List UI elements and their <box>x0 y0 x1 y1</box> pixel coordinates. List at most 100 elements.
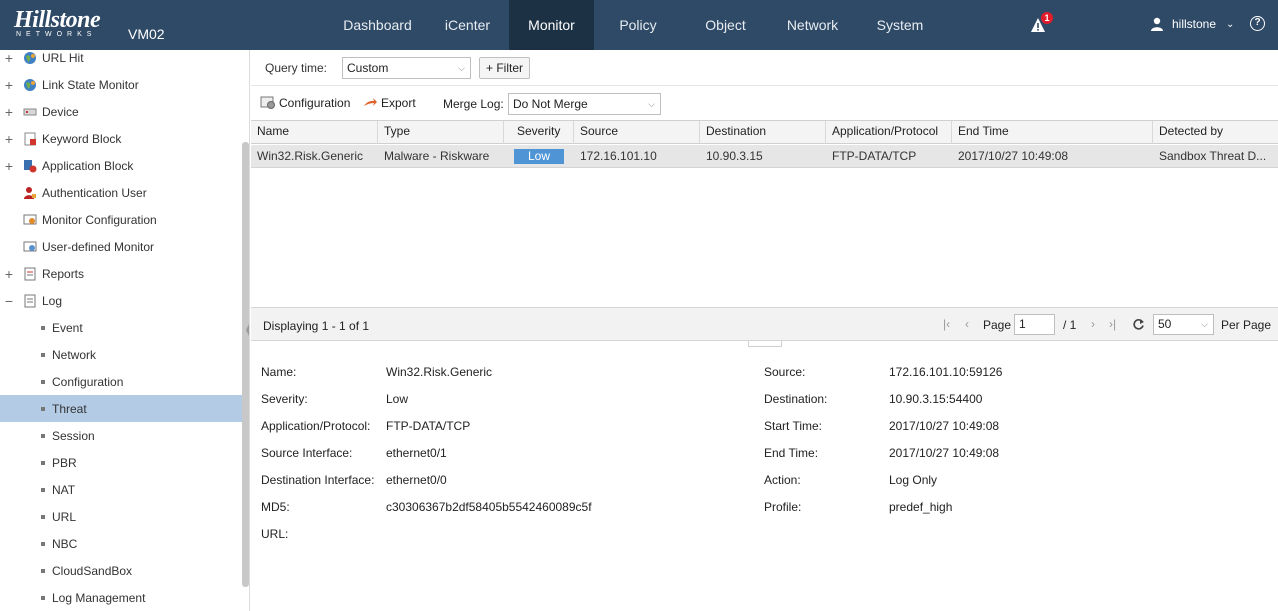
sidebar-item-reports[interactable]: + Reports <box>0 260 242 287</box>
nav-monitor[interactable]: Monitor <box>509 0 594 50</box>
sidebar-item-event[interactable]: Event <box>0 314 242 341</box>
sidebar-item-label: Monitor Configuration <box>42 212 157 227</box>
sidebar-item-label: Log Management <box>52 590 146 605</box>
sidebar-item-device[interactable]: + Device <box>0 98 242 125</box>
next-page-icon[interactable]: › <box>1091 317 1095 331</box>
monitor-config-icon <box>23 214 37 224</box>
sidebar-item-nat[interactable]: NAT <box>0 476 242 503</box>
nav-object[interactable]: Object <box>682 0 769 50</box>
column-header-name[interactable]: Name <box>251 121 378 144</box>
sidebar-item-nbc[interactable]: NBC <box>0 530 242 557</box>
expand-icon[interactable]: + <box>4 266 14 282</box>
nav-network[interactable]: Network <box>769 0 856 50</box>
sidebar-item-label: NAT <box>52 482 76 497</box>
expand-icon[interactable]: + <box>4 77 14 93</box>
bullet <box>41 326 45 330</box>
cell-app-protocol: FTP-DATA/TCP <box>832 149 917 163</box>
report-icon <box>24 267 36 280</box>
brand-logo[interactable]: Hillstone NETWORKS <box>14 7 101 39</box>
sidebar-item-label: URL Hit <box>42 50 84 65</box>
sidebar-item-label: Application Block <box>42 158 134 173</box>
collapse-details-handle[interactable] <box>748 341 782 347</box>
last-page-icon[interactable]: ›| <box>1109 317 1116 331</box>
sidebar-item-network[interactable]: Network <box>0 341 242 368</box>
column-header-type[interactable]: Type <box>378 121 504 144</box>
filter-button[interactable]: + Filter <box>479 57 530 79</box>
query-bar: Query time: Custom ⌵ + Filter <box>251 50 1278 86</box>
detail-value-destination: 10.90.3.15:54400 <box>889 392 983 406</box>
nav-system[interactable]: System <box>856 0 944 50</box>
chevron-down-icon: ⌄ <box>1226 18 1235 30</box>
sidebar-item-label: Device <box>42 104 79 119</box>
sidebar-item-authentication-user[interactable]: Authentication User <box>0 179 242 206</box>
sidebar-item-pbr[interactable]: PBR <box>0 449 242 476</box>
bullet <box>41 515 45 519</box>
sidebar-item-url-hit[interactable]: + URL Hit <box>0 50 242 71</box>
sidebar-item-threat[interactable]: Threat <box>0 395 242 422</box>
sidebar-item-label: Authentication User <box>42 185 147 200</box>
sidebar-item-application-block[interactable]: + Application Block <box>0 152 242 179</box>
help-icon[interactable]: ? <box>1250 16 1265 31</box>
bullet <box>41 596 45 600</box>
previous-page-icon[interactable]: ‹ <box>965 317 969 331</box>
column-header-source[interactable]: Source <box>574 121 700 144</box>
detail-label-url: URL: <box>261 527 289 541</box>
severity-badge: Low <box>514 149 564 164</box>
sidebar-item-label: PBR <box>52 455 77 470</box>
sidebar-item-label: Configuration <box>52 374 124 389</box>
sidebar: + URL Hit + Link State Monitor + Device … <box>0 50 250 611</box>
nav-dashboard[interactable]: Dashboard <box>329 0 426 50</box>
export-button[interactable]: Export <box>362 96 416 110</box>
expand-icon[interactable]: + <box>4 104 14 120</box>
sidebar-scrollbar[interactable] <box>242 142 249 587</box>
merge-log-select[interactable]: Do Not Merge ⌵ <box>508 93 661 115</box>
user-menu[interactable]: hillstone ⌄ <box>1150 14 1234 34</box>
brand-name: Hillstone <box>14 7 101 33</box>
sidebar-item-label: Threat <box>52 401 87 416</box>
sidebar-item-log-management[interactable]: Log Management <box>0 584 242 611</box>
chevron-down-icon: ⌵ <box>648 99 655 109</box>
per-page-select[interactable]: 50 ⌵ <box>1153 314 1214 335</box>
expand-icon[interactable]: + <box>4 131 14 147</box>
first-page-icon[interactable]: |‹ <box>943 317 950 331</box>
refresh-icon[interactable] <box>1132 318 1145 331</box>
nav-policy[interactable]: Policy <box>594 0 682 50</box>
collapse-icon[interactable]: − <box>4 293 14 309</box>
column-header-end-time[interactable]: End Time <box>952 121 1153 144</box>
column-header-destination[interactable]: Destination <box>700 121 826 144</box>
detail-value-action: Log Only <box>889 473 938 487</box>
column-header-detected-by[interactable]: Detected by <box>1153 121 1278 144</box>
sidebar-item-user-defined-monitor[interactable]: User-defined Monitor <box>0 233 242 260</box>
page-label: Page <box>983 318 1012 332</box>
sidebar-item-label: Reports <box>42 266 85 281</box>
sidebar-item-session[interactable]: Session <box>0 422 242 449</box>
column-header-app-protocol[interactable]: Application/Protocol <box>826 121 952 144</box>
sidebar-item-configuration[interactable]: Configuration <box>0 368 242 395</box>
sidebar-item-link-state-monitor[interactable]: + Link State Monitor <box>0 71 242 98</box>
sidebar-item-keyword-block[interactable]: + Keyword Block <box>0 125 242 152</box>
per-page-label: Per Page <box>1221 318 1272 332</box>
column-header-severity[interactable]: Severity <box>504 121 574 144</box>
sidebar-item-log[interactable]: − Log <box>0 287 242 314</box>
nav-icenter[interactable]: iCenter <box>426 0 509 50</box>
detail-label-action: Action: <box>764 473 801 487</box>
expand-icon[interactable]: + <box>4 158 14 174</box>
sidebar-item-url[interactable]: URL <box>0 503 242 530</box>
cell-destination: 10.90.3.15 <box>706 149 763 163</box>
collapse-sidebar-handle[interactable] <box>246 310 250 350</box>
pagination-bar: Displaying 1 - 1 of 1 |‹ ‹ Page 1 / 1 › … <box>251 307 1278 341</box>
table-row[interactable]: Win32.Risk.Generic Malware - Riskware Lo… <box>251 145 1278 168</box>
page-number-input[interactable]: 1 <box>1014 314 1055 335</box>
bullet <box>41 407 45 411</box>
sidebar-item-label: CloudSandBox <box>52 563 133 578</box>
cell-name: Win32.Risk.Generic <box>257 149 364 163</box>
bullet <box>41 380 45 384</box>
sidebar-item-monitor-configuration[interactable]: Monitor Configuration <box>0 206 242 233</box>
configuration-button[interactable]: Configuration <box>260 96 350 110</box>
detail-value-profile: predef_high <box>889 500 953 514</box>
bullet <box>41 569 45 573</box>
expand-icon[interactable]: + <box>4 50 14 66</box>
alert-button[interactable]: 1 <box>1030 12 1053 34</box>
sidebar-item-cloudsandbox[interactable]: CloudSandBox <box>0 557 242 584</box>
query-time-select[interactable]: Custom ⌵ <box>342 57 471 79</box>
